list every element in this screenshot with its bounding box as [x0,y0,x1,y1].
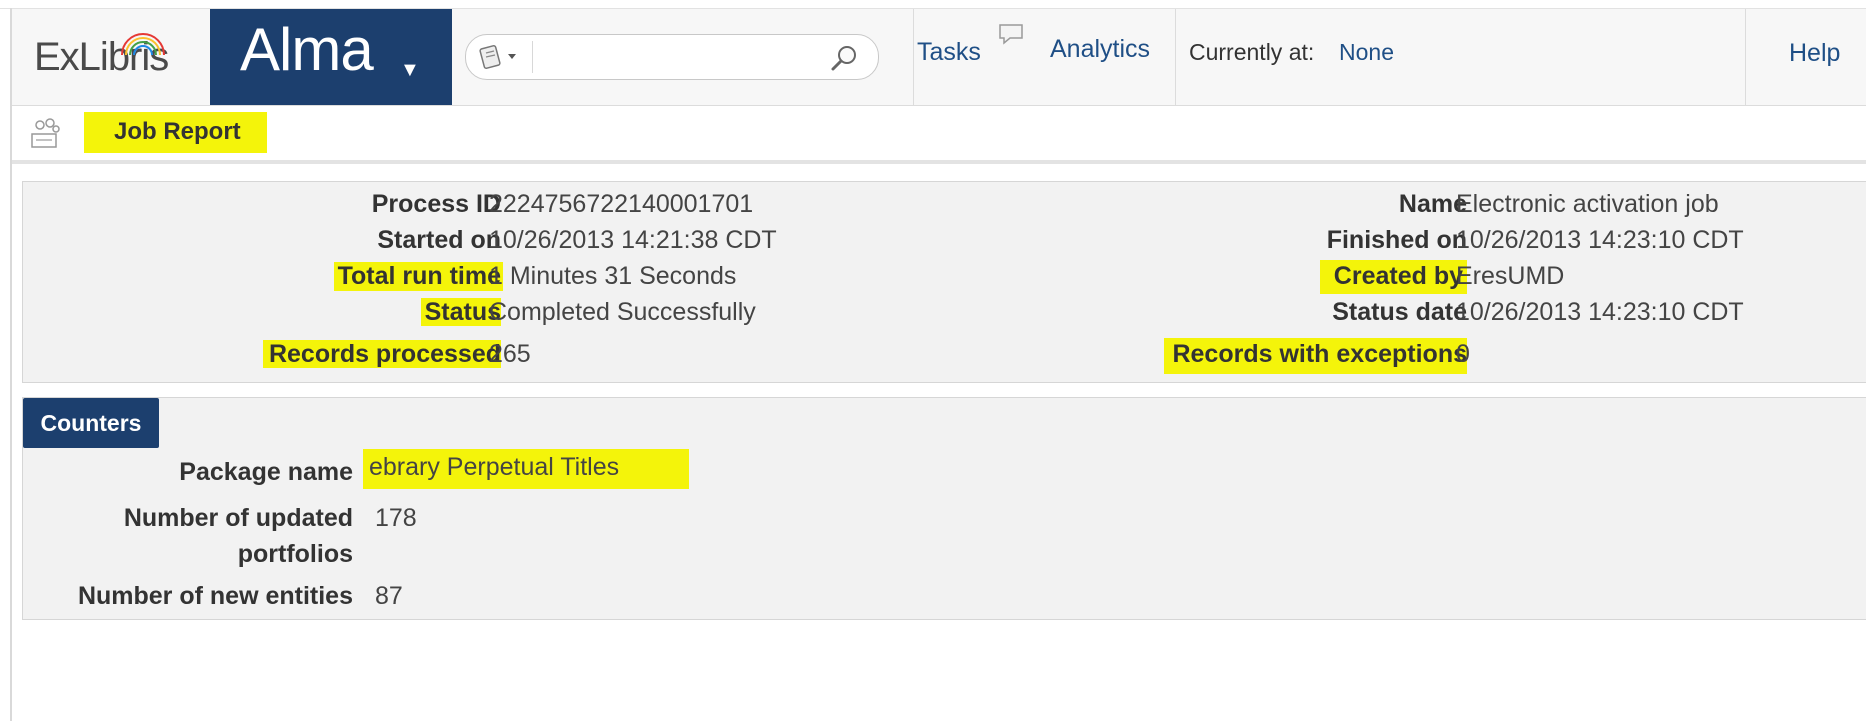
finished-on-label: Finished on [1326,226,1467,254]
updated-portfolios-value: 178 [375,504,417,532]
window-top-edge [0,0,1866,9]
records-processed-label-text: Records processed [262,340,501,368]
search-bar [465,34,879,80]
package-name-value: ebrary Perpetual Titles [363,449,690,489]
header-divider [1175,9,1176,105]
status-date-label: Status date [1332,298,1467,326]
records-with-exceptions-label-text: Records with exceptions [1164,338,1467,374]
nav-analytics-link[interactable]: Analytics [1050,35,1150,64]
page-title-text: Job Report [84,112,267,153]
header-divider [1745,9,1746,105]
started-on-value: 10/26/2013 14:21:38 CDT [489,226,777,254]
status-date-value: 10/26/2013 14:23:10 CDT [1456,298,1744,326]
logo-rainbow-icon [121,33,165,56]
current-location-label: Currently at: [1189,39,1315,65]
created-by-label-text: Created by [1319,260,1467,294]
alma-app-name: Alma [240,16,374,83]
process-id-label: Process ID [371,190,501,218]
records-with-exceptions-label: Records with exceptions [1164,338,1467,374]
counters-tab[interactable]: Counters [23,398,159,448]
dropdown-caret-icon: ▼ [400,59,420,81]
search-separator [532,41,533,73]
nav-help-link[interactable]: Help [1789,39,1840,68]
status-value: Completed Successfully [489,298,756,326]
records-with-exceptions-value: 0 [1456,340,1470,368]
created-by-value: EresUMD [1456,262,1565,290]
job-summary-panel: Process ID 2224756722140001701 Started o… [22,181,1866,383]
created-by-label: Created by [1319,260,1467,294]
records-processed-value: 265 [489,340,531,368]
nav-tasks-link[interactable]: Tasks [917,38,981,67]
started-on-label: Started on [377,226,501,254]
page-title-bar: Job Report [12,106,1866,164]
finished-on-value: 10/26/2013 14:23:10 CDT [1456,226,1744,254]
new-entities-value: 87 [375,582,403,610]
top-header: ExLibris Alma ▼ Tasks Analytics Currentl… [12,9,1866,106]
package-name-label: Package name [179,458,353,486]
search-input[interactable] [538,39,792,75]
search-scope-icon[interactable] [478,43,524,71]
chat-bubble-icon[interactable] [998,23,1024,45]
total-run-time-label: Total run time [333,262,503,291]
search-icon[interactable] [830,43,860,73]
total-run-time-value: 1 Minutes 31 Seconds [489,262,737,290]
counters-panel: Counters Package name ebrary Perpetual T… [22,397,1866,620]
records-processed-label: Records processed [262,340,501,369]
header-divider [913,9,914,105]
alma-menu-button[interactable]: Alma ▼ [210,9,452,105]
process-id-value: 2224756722140001701 [489,190,754,218]
new-entities-label: Number of new entities [77,582,353,610]
page-title: Job Report [84,112,267,153]
updated-portfolios-label-line2: portfolios [237,540,353,568]
name-value: Electronic activation job [1456,190,1719,218]
updated-portfolios-label: Number of updated [123,504,353,532]
exlibris-logo[interactable]: ExLibris [34,33,169,80]
current-location-value[interactable]: None [1339,39,1394,66]
job-report-icon [31,118,60,148]
package-name-value-text: ebrary Perpetual Titles [363,449,690,489]
